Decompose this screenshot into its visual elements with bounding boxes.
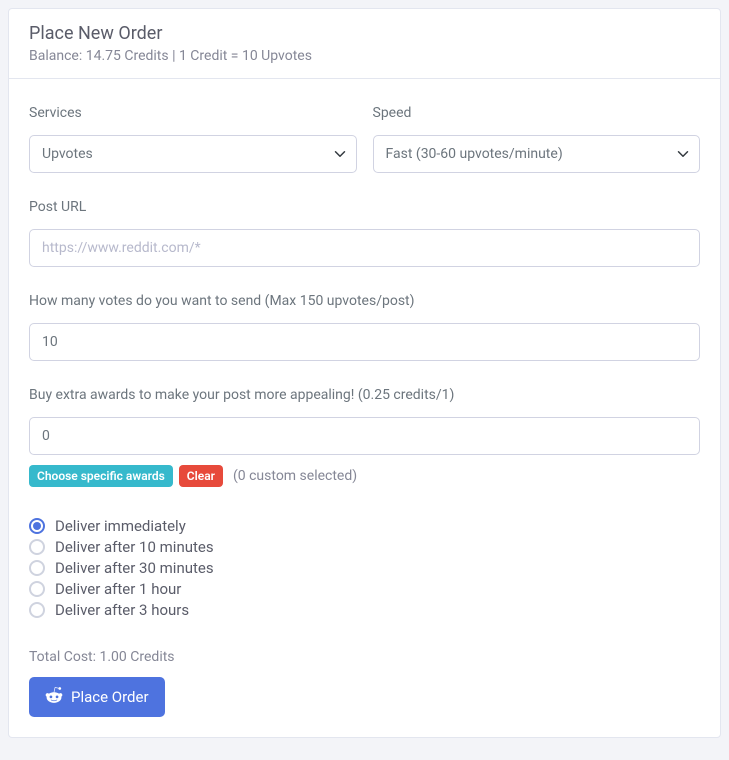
delivery-option-label: Deliver immediately [55,517,186,535]
reddit-icon [45,686,63,708]
delivery-option[interactable]: Deliver after 1 hour [29,580,700,598]
order-card: Place New Order Balance: 14.75 Credits |… [8,8,721,738]
balance-info: Balance: 14.75 Credits | 1 Credit = 10 U… [29,48,700,64]
delivery-option[interactable]: Deliver immediately [29,517,700,535]
delivery-option[interactable]: Deliver after 10 minutes [29,538,700,556]
card-header: Place New Order Balance: 14.75 Credits |… [9,9,720,79]
delivery-option-label: Deliver after 1 hour [55,580,181,598]
votes-input[interactable] [29,323,700,361]
page-title: Place New Order [29,23,700,44]
speed-select[interactable]: Fast (30-60 upvotes/minute) [373,135,701,173]
delivery-option[interactable]: Deliver after 3 hours [29,601,700,619]
delivery-option-label: Deliver after 3 hours [55,601,189,619]
radio-icon [29,581,45,597]
delivery-option[interactable]: Deliver after 30 minutes [29,559,700,577]
post-url-label: Post URL [29,199,700,215]
post-url-input[interactable] [29,229,700,267]
awards-input[interactable] [29,417,700,455]
place-order-button[interactable]: Place Order [29,677,165,717]
radio-icon [29,518,45,534]
choose-awards-button[interactable]: Choose specific awards [29,465,173,487]
radio-icon [29,560,45,576]
delivery-option-label: Deliver after 30 minutes [55,559,214,577]
clear-awards-button[interactable]: Clear [179,465,223,487]
delivery-option-label: Deliver after 10 minutes [55,538,214,556]
services-label: Services [29,105,357,121]
delivery-radio-group: Deliver immediately Deliver after 10 minu… [29,517,700,619]
radio-icon [29,602,45,618]
votes-label: How many votes do you want to send (Max … [29,293,700,309]
place-order-label: Place Order [71,688,149,706]
awards-label: Buy extra awards to make your post more … [29,387,700,403]
card-body: Services Upvotes Speed Fast (30-60 upvot… [9,79,720,737]
radio-icon [29,539,45,555]
speed-label: Speed [373,105,701,121]
total-cost: Total Cost: 1.00 Credits [29,649,700,665]
awards-selected-text: (0 custom selected) [233,468,357,484]
services-select[interactable]: Upvotes [29,135,357,173]
